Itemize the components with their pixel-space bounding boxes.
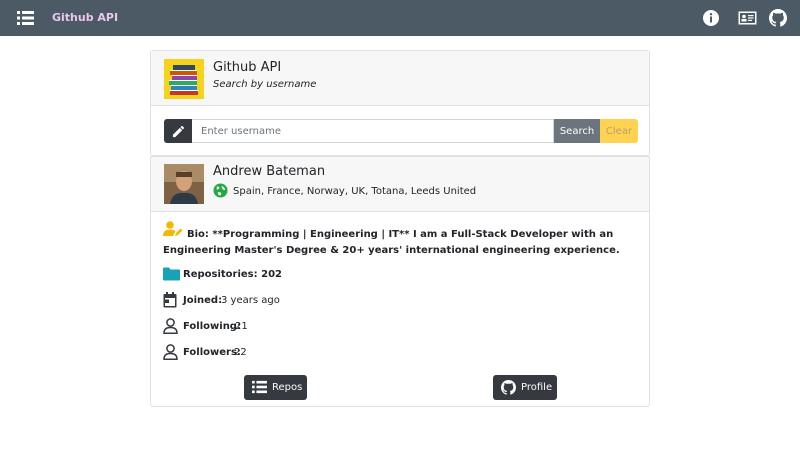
followers-label: Followers: <box>183 347 241 358</box>
repositories-count: Repositories: 202 <box>183 269 282 280</box>
search-card: Github API Search by username Search Cle… <box>150 50 650 156</box>
joined-label: Joined: <box>183 295 223 306</box>
navbar-brand[interactable]: Github API <box>52 11 118 24</box>
user-bio: Bio: **Programming | Engineering | IT** … <box>163 229 620 256</box>
books-icon <box>164 59 204 99</box>
joined-value: 3 years ago <box>221 295 280 306</box>
following-value: 21 <box>235 321 248 332</box>
calendar-icon <box>163 292 177 308</box>
user-name: Andrew Bateman <box>213 164 326 179</box>
followers-value: 22 <box>234 347 247 358</box>
list-icon[interactable] <box>17 10 34 26</box>
following-label: Following: <box>183 321 241 332</box>
profile-header: Andrew Bateman Spain, France, Norway, UK… <box>151 156 649 212</box>
profile-button-label: Profile <box>521 382 553 393</box>
globe-icon <box>213 183 228 198</box>
avatar <box>164 164 204 204</box>
repos-button[interactable]: Repos <box>244 375 307 400</box>
pencil-icon <box>164 119 192 143</box>
search-button[interactable]: Search <box>554 119 600 143</box>
folder-icon <box>163 267 180 281</box>
app-title: Github API <box>213 60 282 75</box>
github-icon[interactable] <box>769 9 787 27</box>
search-card-header: Github API Search by username <box>151 51 649 106</box>
search-group: Search Clear <box>164 119 638 143</box>
repos-button-label: Repos <box>272 382 303 393</box>
clear-button[interactable]: Clear <box>600 119 638 143</box>
profile-card: Andrew Bateman Spain, France, Norway, UK… <box>150 156 650 407</box>
user-location: Spain, France, Norway, UK, Totana, Leeds… <box>233 186 477 197</box>
user-icon <box>163 344 178 360</box>
navbar: Github API <box>0 0 800 36</box>
info-icon[interactable] <box>702 9 720 27</box>
app-subtitle: Search by username <box>213 79 317 90</box>
username-input[interactable] <box>192 119 554 143</box>
github-icon <box>501 380 516 395</box>
list-icon <box>252 380 267 394</box>
profile-button[interactable]: Profile <box>493 375 557 400</box>
user-icon <box>163 318 178 334</box>
id-card-icon[interactable] <box>738 9 757 27</box>
